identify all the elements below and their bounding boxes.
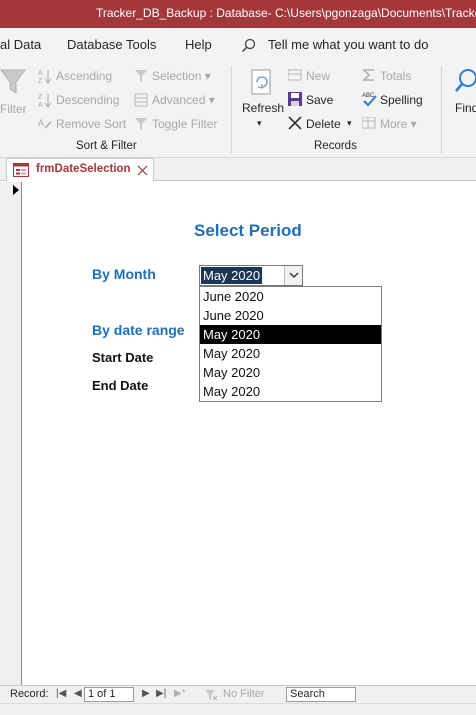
advanced-filter-icon <box>134 93 148 107</box>
sort-ascending-icon: A Z <box>38 70 52 84</box>
menu-external-data[interactable]: al Data <box>0 37 41 52</box>
dropdown-option[interactable]: May 2020 <box>200 382 381 401</box>
svg-text:A: A <box>38 118 44 128</box>
sort-filter-group-label: Sort & Filter <box>76 140 137 152</box>
dropdown-option[interactable]: May 2020 <box>200 363 381 382</box>
spelling-icon: ABC <box>362 93 377 107</box>
tab-frmdateselection[interactable]: frmDateSelection <box>6 158 154 182</box>
remove-sort-button[interactable]: Remove Sort <box>56 117 126 131</box>
search-input[interactable]: Search <box>286 687 356 702</box>
form-title: Select Period <box>194 221 302 240</box>
by-date-range-label: By date range <box>92 322 185 338</box>
delete-icon <box>288 116 302 130</box>
dropdown-option[interactable]: June 2020 <box>200 306 381 325</box>
tell-me-input[interactable]: Tell me what you want to do <box>268 37 428 52</box>
month-combo-value[interactable]: May 2020 <box>201 267 263 284</box>
combo-dropdown-button[interactable] <box>284 266 302 285</box>
refresh-button[interactable]: Refresh <box>242 101 284 115</box>
month-combo-box[interactable]: May 2020 <box>199 265 303 286</box>
sort-descending-button[interactable]: Descending <box>56 93 119 107</box>
ribbon-separator <box>441 66 442 154</box>
menu-database-tools[interactable]: Database Tools <box>67 37 156 52</box>
more-dropdown[interactable]: More ▾ <box>380 117 417 131</box>
save-button[interactable]: Save <box>306 93 333 107</box>
no-filter-indicator[interactable]: No Filter <box>223 688 265 700</box>
more-label: More <box>380 117 408 131</box>
refresh-icon <box>251 69 271 95</box>
svg-text:Z: Z <box>38 78 43 84</box>
window-title-bar: Tracker_DB_Backup : Database- C:\Users\p… <box>0 0 476 28</box>
status-bar <box>0 703 476 715</box>
filter-icon <box>0 69 26 94</box>
by-month-label: By Month <box>92 266 156 282</box>
record-selector[interactable] <box>0 182 22 685</box>
end-date-label: End Date <box>92 378 149 393</box>
delete-button[interactable]: Delete <box>306 117 341 131</box>
advanced-dropdown[interactable]: Advanced ▾ <box>152 93 215 107</box>
toggle-filter-button[interactable]: Toggle Filter <box>152 117 217 131</box>
window-title: Tracker_DB_Backup : Database- C:\Users\p… <box>96 6 476 20</box>
new-blank-record-button[interactable]: ▶* <box>174 688 186 699</box>
search-icon <box>241 38 256 53</box>
svg-text:A: A <box>38 102 43 108</box>
refresh-dropdown-arrow[interactable]: ▾ <box>257 118 262 129</box>
document-tab-strip: frmDateSelection <box>0 158 476 182</box>
month-dropdown-list[interactable]: June 2020 June 2020 May 2020 May 2020 Ma… <box>199 286 382 402</box>
toggle-filter-icon <box>135 118 147 130</box>
dropdown-option[interactable]: June 2020 <box>200 287 381 306</box>
no-filter-icon <box>205 690 218 701</box>
ribbon: Filter A Z Ascending Z A Descending A Re… <box>0 60 476 158</box>
tab-label: frmDateSelection <box>36 163 131 175</box>
ribbon-separator <box>231 66 232 154</box>
sort-ascending-button[interactable]: Ascending <box>56 69 112 83</box>
form-icon <box>13 163 29 177</box>
delete-dropdown-arrow[interactable]: ▾ <box>347 118 352 129</box>
record-navigation-bar: Record: |◀ ◀ 1 of 1 ▶ ▶| ▶* No Filter Se… <box>0 685 476 703</box>
selection-label: Selection <box>152 69 202 83</box>
menu-help[interactable]: Help <box>185 37 212 52</box>
close-icon[interactable] <box>137 165 148 176</box>
first-record-button[interactable]: |◀ <box>56 688 66 699</box>
totals-icon <box>362 69 374 81</box>
current-record-arrow-icon <box>13 185 19 195</box>
spelling-button[interactable]: Spelling <box>380 93 423 107</box>
svg-text:Z: Z <box>38 94 43 101</box>
remove-sort-icon: A <box>38 118 52 129</box>
more-icon <box>362 117 376 129</box>
records-group-label: Records <box>314 140 357 152</box>
new-record-icon <box>288 69 302 81</box>
record-position-field[interactable]: 1 of 1 <box>84 687 134 702</box>
start-date-label: Start Date <box>92 350 154 365</box>
find-button[interactable]: Find <box>455 101 476 115</box>
sort-descending-icon: Z A <box>38 94 52 108</box>
form-area: Select Period By Month May 2020 By date … <box>0 182 476 685</box>
previous-record-button[interactable]: ◀ <box>74 688 82 699</box>
last-record-button[interactable]: ▶| <box>156 688 166 699</box>
chevron-down-icon <box>289 272 299 278</box>
advanced-label: Advanced <box>152 93 206 107</box>
dropdown-option[interactable]: May 2020 <box>200 344 381 363</box>
save-icon <box>288 92 302 106</box>
filter-button[interactable]: Filter <box>0 102 27 116</box>
dropdown-option-selected[interactable]: May 2020 <box>200 325 381 344</box>
selection-dropdown[interactable]: Selection ▾ <box>152 69 211 83</box>
next-record-button[interactable]: ▶ <box>142 688 150 699</box>
find-icon <box>455 69 476 92</box>
totals-button[interactable]: Totals <box>380 69 411 83</box>
svg-text:A: A <box>38 70 43 77</box>
menu-bar: al Data Database Tools Help Tell me what… <box>0 28 476 60</box>
selection-filter-icon <box>135 70 147 82</box>
new-record-button[interactable]: New <box>306 69 330 83</box>
record-label: Record: <box>10 688 49 700</box>
